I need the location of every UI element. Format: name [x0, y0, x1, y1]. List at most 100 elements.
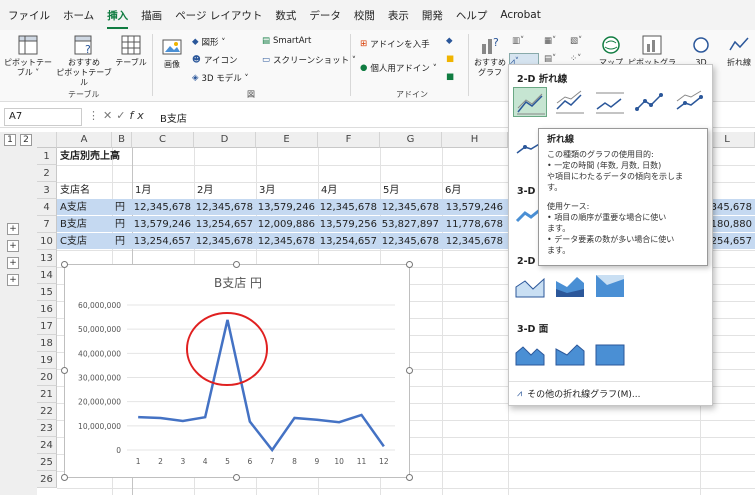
month-header-cell[interactable]: 5月 [383, 182, 399, 199]
value-cell[interactable]: 13,254,657 [132, 233, 194, 250]
value-cell[interactable]: 12,345,678 [442, 233, 506, 250]
row-header-1[interactable]: 1 [37, 148, 57, 165]
waterfall-chart-button[interactable]: ▧˅ [570, 36, 582, 46]
value-cell[interactable]: 13,579,246 [256, 199, 318, 216]
row-header-21[interactable]: 21 [37, 386, 57, 403]
value-cell[interactable]: 11,778,678 [442, 216, 506, 233]
outline-level-2-button[interactable]: 2 [20, 134, 32, 146]
menu-review[interactable]: 校閲 [354, 6, 375, 25]
row-header-17[interactable]: 17 [37, 318, 57, 335]
value-cell[interactable]: 12,345,678 [194, 233, 256, 250]
3d-map-button[interactable]: 3D [686, 34, 716, 68]
menu-view[interactable]: 表示 [388, 6, 409, 25]
recommended-charts-button[interactable]: ? おすすめ グラフ [472, 34, 508, 78]
chart-title[interactable]: B支店 円 [214, 276, 262, 290]
column-header-f[interactable]: F [318, 132, 380, 148]
pivot-table-button[interactable]: ピボットテー ブル ˅ [4, 34, 52, 78]
statistic-chart-button[interactable]: ▤˅ [544, 54, 556, 64]
value-cell[interactable]: 12,009,886 [256, 216, 318, 233]
column-header-h[interactable]: H [442, 132, 508, 148]
bing-maps-button[interactable]: ■ [446, 54, 454, 64]
resize-handle[interactable] [406, 367, 413, 374]
row-header-16[interactable]: 16 [37, 301, 57, 318]
row-header-13[interactable]: 13 [37, 250, 57, 267]
percent-area-option[interactable] [593, 271, 627, 301]
value-cell[interactable]: 12,345,678 [132, 199, 194, 216]
line-chart[interactable]: B支店 円 0 10,000,000 20,000,000 30,000,000 40,… [64, 264, 410, 478]
column-header-d[interactable]: D [194, 132, 256, 148]
menu-acrobat[interactable]: Acrobat [500, 7, 541, 23]
unit-cell[interactable]: 円 [115, 216, 125, 233]
3d-stacked-area-option[interactable] [553, 339, 587, 369]
branch-name-cell[interactable]: B支店 [60, 216, 87, 233]
column-header-c[interactable]: C [132, 132, 194, 148]
people-graph-button[interactable]: ■ [446, 72, 454, 82]
value-cell[interactable]: 12,345,678 [380, 199, 442, 216]
stacked-area-option[interactable] [553, 271, 587, 301]
value-cell[interactable]: 13,579,256 [318, 216, 380, 233]
line-chart-option[interactable] [513, 87, 547, 117]
branch-name-cell[interactable]: C支店 [60, 233, 87, 250]
sheet-title-cell[interactable]: 支店別売上高 [60, 148, 120, 165]
resize-handle[interactable] [233, 474, 240, 481]
value-cell[interactable]: 13,254,657 [318, 233, 380, 250]
row-header-14[interactable]: 14 [37, 267, 57, 284]
column-header-e[interactable]: E [256, 132, 318, 148]
shapes-button[interactable]: ◆ 図形 ˅ [192, 36, 226, 48]
row-header-25[interactable]: 25 [37, 454, 57, 471]
branch-header-cell[interactable]: 支店名 [60, 182, 90, 199]
row-header-23[interactable]: 23 [37, 420, 57, 437]
series-line[interactable] [138, 319, 385, 453]
resize-handle[interactable] [406, 261, 413, 268]
menu-insert[interactable]: 挿入 [107, 6, 129, 29]
recommended-pivot-button[interactable]: ? おすすめ ピボットテーブル [56, 34, 112, 88]
month-header-cell[interactable]: 3月 [259, 182, 275, 199]
row-header-19[interactable]: 19 [37, 352, 57, 369]
personal-addins-button[interactable]: ● 個人用アドイン ˅ [360, 62, 437, 74]
month-header-cell[interactable]: 1月 [135, 182, 151, 199]
row-header-2[interactable]: 2 [37, 165, 57, 182]
row-header-4[interactable]: 4 [37, 199, 57, 216]
get-addins-button[interactable]: ⊞ アドインを入手 [360, 38, 430, 50]
month-header-cell[interactable]: 6月 [445, 182, 461, 199]
row-header-15[interactable]: 15 [37, 284, 57, 301]
images-button[interactable]: 画像 [156, 36, 188, 70]
resize-handle[interactable] [61, 367, 68, 374]
month-header-cell[interactable]: 4月 [321, 182, 337, 199]
outline-level-1-button[interactable]: 1 [4, 134, 16, 146]
value-cell[interactable]: 12,345,678 [256, 233, 318, 250]
smartart-button[interactable]: ▤ SmartArt [262, 36, 311, 46]
menu-file[interactable]: ファイル [8, 6, 50, 25]
more-line-charts-item[interactable]: ⩘ その他の折れ線グラフ(M)... [517, 387, 640, 401]
value-cell[interactable]: 13,579,246 [132, 216, 194, 233]
menu-draw[interactable]: 描画 [141, 6, 162, 25]
line-markers-option[interactable] [633, 87, 667, 117]
row-header-7[interactable]: 7 [37, 216, 57, 233]
value-cell[interactable]: 12,345,678 [318, 199, 380, 216]
column-header-g[interactable]: G [380, 132, 442, 148]
menu-formulas[interactable]: 数式 [275, 6, 296, 25]
select-all-corner[interactable] [37, 132, 57, 148]
visio-button[interactable]: ◆ [446, 36, 453, 46]
stacked-line-option[interactable] [553, 87, 587, 117]
formula-input[interactable]: B支店 [160, 110, 187, 125]
more-icon[interactable]: ⋮ [88, 109, 103, 122]
expand-row-13-button[interactable]: + [7, 274, 19, 286]
value-cell[interactable]: 53,827,897 [380, 216, 442, 233]
menu-help[interactable]: ヘルプ [456, 6, 488, 25]
sparkline-button[interactable]: 折れ線 [724, 34, 754, 68]
value-cell[interactable]: 13,254,657 [194, 216, 256, 233]
column-chart-button[interactable]: ▥˅ [512, 36, 524, 46]
3d-percent-area-option[interactable] [593, 339, 627, 369]
value-cell[interactable]: 12,345,678 [380, 233, 442, 250]
unit-cell[interactable]: 円 [115, 233, 125, 250]
row-header-18[interactable]: 18 [37, 335, 57, 352]
menu-developer[interactable]: 開発 [422, 6, 443, 25]
branch-name-cell[interactable]: A支店 [60, 199, 87, 216]
maps-button[interactable]: マップ [596, 34, 626, 68]
expand-row-7-button[interactable]: + [7, 240, 19, 252]
percent-stacked-line-option[interactable] [593, 87, 627, 117]
resize-handle[interactable] [233, 261, 240, 268]
row-header-26[interactable]: 26 [37, 471, 57, 488]
insert-function-button[interactable]: fx [129, 109, 147, 122]
